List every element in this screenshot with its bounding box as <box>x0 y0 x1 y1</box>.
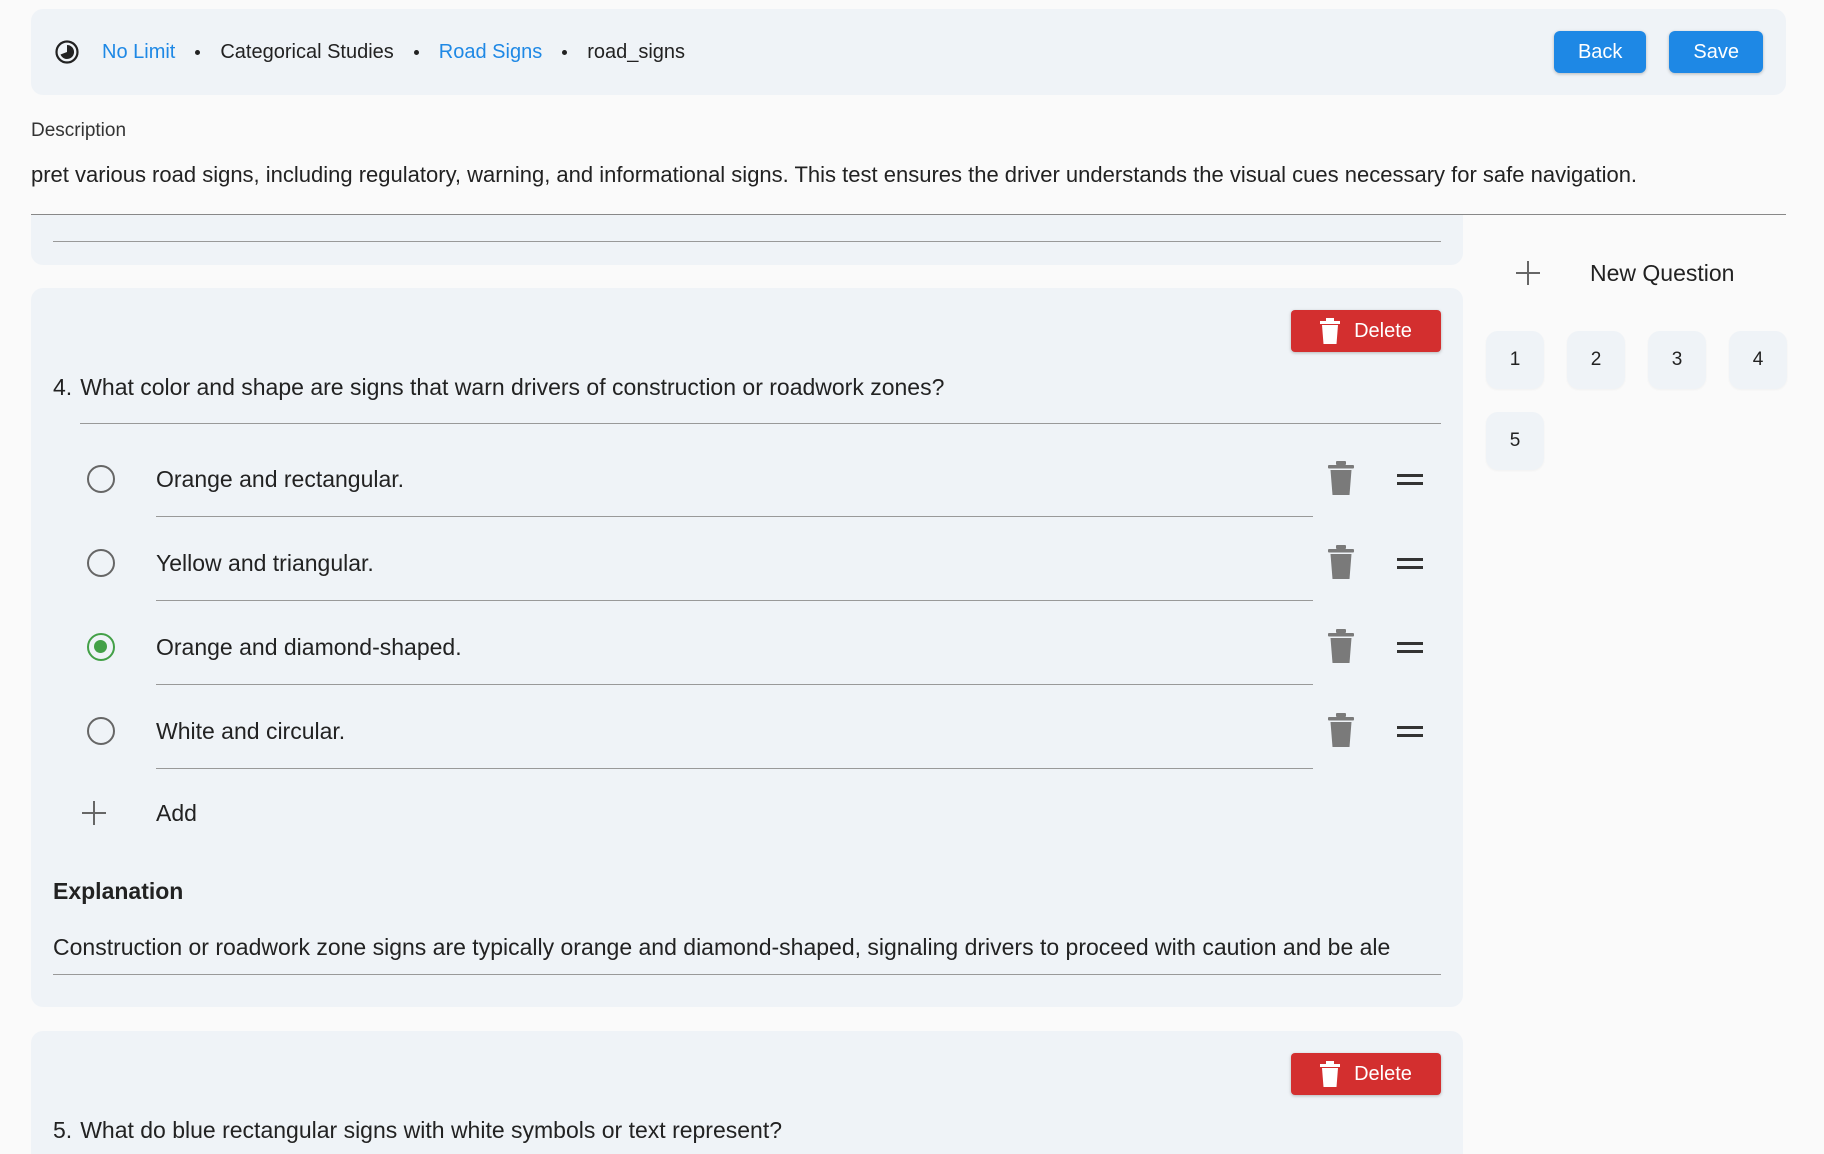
answer-option: White and circular. <box>31 695 1463 779</box>
explanation-input[interactable]: Construction or roadwork zone signs are … <box>53 918 1441 975</box>
description-text: pret various road signs, including regul… <box>31 162 1638 187</box>
delete-question-button[interactable]: Delete <box>1291 310 1441 352</box>
description-label: Description <box>31 120 127 141</box>
question-nav-button[interactable]: 5 <box>1486 412 1544 470</box>
question-title[interactable]: 4. What color and shape are signs that w… <box>53 374 944 401</box>
breadcrumb-test-id: road_signs <box>587 40 686 63</box>
timer-icon <box>54 39 80 65</box>
question-text: What do blue rectangular signs with whit… <box>80 1117 783 1143</box>
divider <box>53 241 1441 242</box>
timer-limit-link[interactable]: No Limit <box>102 41 175 64</box>
save-button[interactable]: Save <box>1669 31 1763 73</box>
plus-icon <box>1516 261 1540 285</box>
breadcrumb-separator <box>195 49 201 55</box>
drag-handle-icon[interactable] <box>1396 555 1424 573</box>
question-card-3-tail <box>31 215 1463 265</box>
delete-label: Delete <box>1354 319 1412 342</box>
breadcrumb-separator <box>413 49 419 55</box>
trash-icon <box>1320 318 1341 344</box>
plus-icon <box>81 800 107 826</box>
question-nav-button[interactable]: 1 <box>1486 331 1544 389</box>
drag-handle-icon[interactable] <box>1396 471 1424 489</box>
drag-handle-icon[interactable] <box>1396 723 1424 741</box>
trash-icon[interactable] <box>1327 713 1355 749</box>
new-question-button[interactable]: New Question <box>1510 255 1734 291</box>
question-number: 4. <box>53 374 73 400</box>
breadcrumb-separator <box>562 49 568 55</box>
trash-icon[interactable] <box>1327 629 1355 665</box>
question-nav-button[interactable]: 3 <box>1648 331 1706 389</box>
answer-option: Orange and rectangular. <box>31 443 1463 527</box>
question-nav-button[interactable]: 4 <box>1729 331 1787 389</box>
answer-option: Yellow and triangular. <box>31 527 1463 611</box>
drag-handle-icon[interactable] <box>1396 639 1424 657</box>
explanation-title: Explanation <box>53 878 184 904</box>
question-card-5: Delete 5. What do blue rectangular signs… <box>31 1031 1463 1154</box>
answer-input[interactable]: Orange and rectangular. <box>156 443 1313 517</box>
delete-label: Delete <box>1354 1062 1412 1085</box>
answer-radio-selected[interactable] <box>87 633 115 661</box>
divider <box>80 423 1441 424</box>
answer-option: Orange and diamond-shaped. <box>31 611 1463 695</box>
answer-input[interactable]: White and circular. <box>156 695 1313 769</box>
breadcrumb-topic-link[interactable]: Road Signs <box>439 41 542 64</box>
top-bar: No Limit Categorical Studies Road Signs … <box>31 9 1786 95</box>
question-nav-button[interactable]: 2 <box>1567 331 1625 389</box>
delete-question-button[interactable]: Delete <box>1291 1053 1441 1095</box>
answer-input[interactable]: Yellow and triangular. <box>156 527 1313 601</box>
answer-radio[interactable] <box>87 549 115 577</box>
question-card-4: Delete 4. What color and shape are signs… <box>31 288 1463 1007</box>
back-button[interactable]: Back <box>1553 31 1647 73</box>
answer-input[interactable]: Orange and diamond-shaped. <box>156 611 1313 685</box>
answer-radio[interactable] <box>87 717 115 745</box>
add-option-label: Add <box>156 800 197 826</box>
add-option-button[interactable]: Add <box>31 788 431 838</box>
question-number: 5. <box>53 1117 73 1143</box>
trash-icon[interactable] <box>1327 461 1355 497</box>
description-input[interactable]: pret various road signs, including regul… <box>31 162 1786 215</box>
question-title[interactable]: 5. What do blue rectangular signs with w… <box>53 1117 782 1144</box>
new-question-label: New Question <box>1590 259 1735 286</box>
trash-icon[interactable] <box>1327 545 1355 581</box>
question-text: What color and shape are signs that warn… <box>80 374 945 400</box>
trash-icon <box>1320 1061 1341 1087</box>
breadcrumb-category: Categorical Studies <box>220 40 394 63</box>
answer-radio[interactable] <box>87 465 115 493</box>
